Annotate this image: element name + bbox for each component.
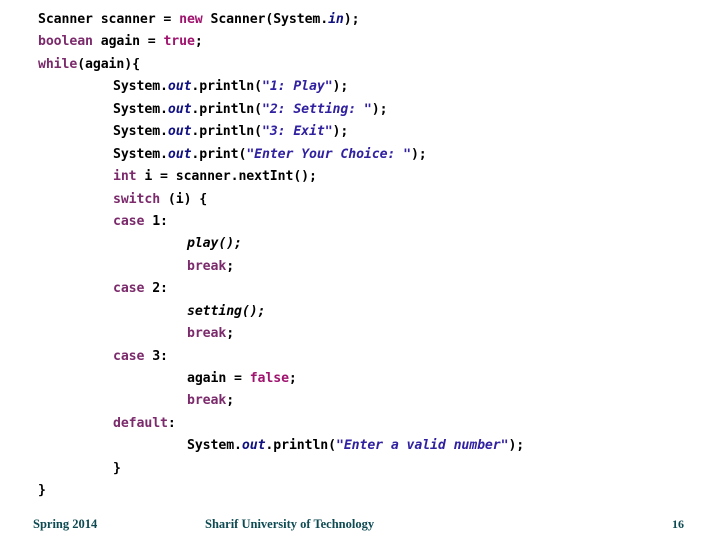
code-line-9: switch (i) { [0, 189, 720, 211]
code-token: in [328, 12, 344, 27]
code-token: .println( [191, 79, 262, 95]
code-line-14: setting(); [0, 301, 720, 323]
code-token: default [113, 415, 168, 431]
code-token: System. [113, 79, 168, 95]
code-token: ); [410, 146, 427, 162]
code-token: "1: Play" [261, 79, 333, 95]
code-token: i = scanner.nextInt(); [136, 169, 317, 185]
code-token: out [167, 146, 192, 162]
footer-term-label: Spring 2014 [33, 517, 98, 531]
code-line-12: break; [0, 256, 720, 278]
code-token: out [241, 438, 266, 454]
code-line-16: case 3: [0, 346, 720, 368]
code-token: ; [226, 258, 235, 274]
code-token: out [167, 79, 192, 95]
code-token: "2: Setting: " [261, 101, 372, 117]
code-token: .println( [191, 101, 262, 117]
code-token: .println( [265, 438, 336, 454]
code-line-7: System.out.print("Enter Your Choice: "); [0, 144, 720, 166]
code-token: "Enter Your Choice: " [246, 146, 411, 162]
code-token: System. [113, 124, 168, 140]
code-token: 1: [144, 213, 168, 229]
code-line-11: play(); [0, 233, 720, 255]
code-token: int [113, 169, 137, 185]
footer-page-number: 16 [672, 517, 684, 531]
code-token: System. [187, 438, 242, 454]
code-token: out [167, 101, 192, 117]
code-line-18: break; [0, 390, 720, 412]
code-token: } [113, 460, 121, 476]
code-token: .print( [191, 146, 247, 162]
code-token: play(); [187, 236, 242, 252]
code-token: again = [92, 34, 164, 50]
code-token: setting(); [187, 303, 266, 319]
code-line-6: System.out.println("3: Exit"); [0, 121, 720, 143]
code-token: case [113, 213, 145, 229]
code-token: break [187, 258, 227, 274]
code-line-10: case 1: [0, 211, 720, 233]
code-token: case [113, 348, 145, 364]
code-token: ); [371, 101, 388, 117]
code-line-19: default: [0, 413, 720, 435]
code-line-22: } [0, 480, 720, 502]
code-listing: Scanner scanner = new Scanner(System.in)… [0, 9, 720, 503]
code-token: ; [226, 326, 235, 342]
code-token: true [163, 34, 195, 50]
code-token: .println( [191, 124, 262, 140]
code-token: Scanner scanner = [38, 12, 180, 27]
code-token: ; [194, 34, 203, 50]
code-line-21: } [0, 458, 720, 480]
code-token: } [38, 483, 46, 499]
code-token: 3: [144, 348, 168, 364]
code-token: ); [508, 438, 525, 454]
code-token: false [249, 371, 289, 386]
code-token: ); [332, 124, 349, 140]
slide-footer: Spring 2014 Sharif University of Technol… [0, 508, 720, 540]
code-token: ; [288, 371, 297, 386]
code-token: "3: Exit" [261, 124, 333, 140]
code-token: ); [343, 12, 360, 27]
code-line-15: break; [0, 323, 720, 345]
code-token: Scanner(System. [202, 12, 329, 27]
slide-canvas: Scanner scanner = new Scanner(System.in)… [0, 0, 720, 540]
code-token: : [167, 415, 176, 431]
code-line-3: while(again){ [0, 54, 720, 76]
code-token: (i) { [160, 191, 208, 207]
code-line-2: boolean again = true; [0, 31, 720, 53]
code-token: break [187, 326, 227, 342]
code-token: out [167, 124, 192, 140]
code-token: again = [187, 371, 250, 386]
code-line-1: Scanner scanner = new Scanner(System.in)… [0, 9, 720, 31]
code-token: break [187, 393, 227, 409]
code-line-4: System.out.println("1: Play"); [0, 76, 720, 98]
code-token: switch [113, 191, 161, 207]
code-line-5: System.out.println("2: Setting: "); [0, 99, 720, 121]
code-token: new [179, 12, 203, 27]
code-token: ); [332, 79, 349, 95]
code-token: boolean [38, 34, 93, 50]
code-token: System. [113, 101, 168, 117]
code-token: 2: [144, 281, 168, 297]
code-line-20: System.out.println("Enter a valid number… [0, 435, 720, 457]
code-token: (again){ [77, 56, 140, 72]
footer-institution-label: Sharif University of Technology [205, 517, 375, 531]
code-line-8: int i = scanner.nextInt(); [0, 166, 720, 188]
code-token: ; [226, 393, 235, 409]
code-token: "Enter a valid number" [335, 438, 509, 454]
code-token: case [113, 281, 145, 297]
code-token: while [38, 56, 78, 72]
code-line-17: again = false; [0, 368, 720, 390]
code-line-13: case 2: [0, 278, 720, 300]
code-token: System. [113, 146, 168, 162]
